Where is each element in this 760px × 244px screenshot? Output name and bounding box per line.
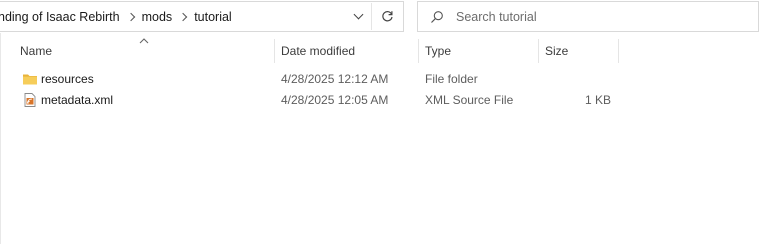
file-row-metadata[interactable]: metadata.xml 4/28/2025 12:05 AM XML Sour…: [0, 89, 760, 110]
column-header-date-modified[interactable]: Date modified: [281, 37, 417, 64]
search-input[interactable]: [456, 2, 746, 31]
column-resize-handle[interactable]: [538, 39, 539, 63]
refresh-icon: [381, 11, 393, 22]
address-history-dropdown[interactable]: [347, 3, 369, 30]
file-size: [544, 68, 611, 89]
file-size: 1 KB: [584, 92, 611, 107]
breadcrumb-item-parent[interactable]: nding of Isaac Rebirth: [0, 10, 124, 24]
breadcrumb-separator-icon[interactable]: [124, 12, 138, 21]
search-icon: [431, 11, 443, 23]
chevron-down-icon: [353, 9, 363, 20]
file-name: resources: [41, 71, 94, 86]
file-date-modified: 4/28/2025 12:12 AM: [281, 71, 389, 86]
breadcrumb: nding of Isaac Rebirth mods tutorial: [0, 2, 236, 31]
refresh-button[interactable]: [371, 3, 402, 30]
file-name: metadata.xml: [41, 92, 114, 107]
column-header-name[interactable]: Name: [20, 37, 274, 64]
folder-icon: [23, 74, 37, 84]
navigation-bar: nding of Isaac Rebirth mods tutorial: [0, 0, 760, 33]
column-resize-handle[interactable]: [274, 39, 275, 63]
column-header-size[interactable]: Size: [545, 37, 617, 64]
file-type: File folder: [425, 71, 478, 86]
file-date-modified: 4/28/2025 12:05 AM: [281, 92, 389, 107]
pane-divider: [0, 33, 1, 244]
column-resize-handle[interactable]: [618, 39, 619, 63]
file-type: XML Source File: [425, 92, 514, 107]
breadcrumb-item-tutorial[interactable]: tutorial: [190, 10, 236, 24]
file-row-resources[interactable]: resources 4/28/2025 12:12 AM File folder: [0, 68, 760, 89]
breadcrumb-item-mods[interactable]: mods: [138, 10, 177, 24]
file-name-cell: resources: [22, 68, 94, 89]
search-box[interactable]: [417, 1, 759, 32]
column-header-row: Name Date modified Type Size: [0, 37, 760, 64]
address-bar[interactable]: nding of Isaac Rebirth mods tutorial: [0, 1, 404, 32]
column-header-type[interactable]: Type: [425, 37, 537, 64]
file-name-cell: metadata.xml: [22, 89, 113, 110]
xml-file-icon: [24, 92, 36, 107]
file-list: resources 4/28/2025 12:12 AM File folder…: [0, 68, 760, 110]
column-resize-handle[interactable]: [418, 39, 419, 63]
breadcrumb-separator-icon[interactable]: [176, 12, 190, 21]
